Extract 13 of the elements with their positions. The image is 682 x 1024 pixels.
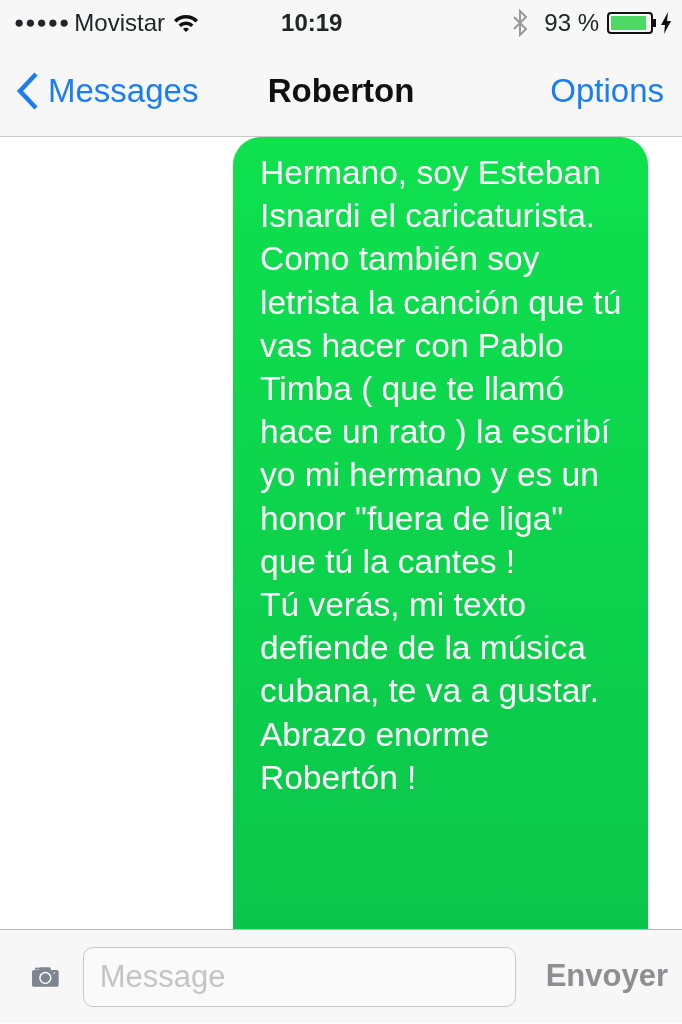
- back-button[interactable]: Messages: [16, 65, 199, 116]
- bluetooth-icon: [512, 8, 529, 37]
- charging-icon: [660, 11, 672, 34]
- carrier-name: Movistar: [74, 7, 166, 38]
- conversation-title: Roberton: [267, 71, 415, 109]
- clock-time: 10:19: [281, 7, 343, 38]
- battery-percentage: 93 %: [544, 7, 599, 38]
- signal-strength: ●●●●●: [14, 11, 71, 34]
- back-chevron-icon: [16, 70, 40, 111]
- battery-icon: [607, 11, 656, 34]
- message-text: Hermano, soy Esteban Isnardi el caricaturista. Como también soy letrista la canción que tú vas hacer con Pablo Timba ( que te llamó hace un rato ) la escribí yo mi hermano y es un honor "fuera de liga" que tú la cantes ! Tú verás, mi texto defiende de la música cubana, te va a gustar. Abrazo enorme Robertón !: [260, 153, 623, 798]
- options-button[interactable]: Options: [550, 65, 664, 116]
- wifi-icon: [173, 12, 200, 33]
